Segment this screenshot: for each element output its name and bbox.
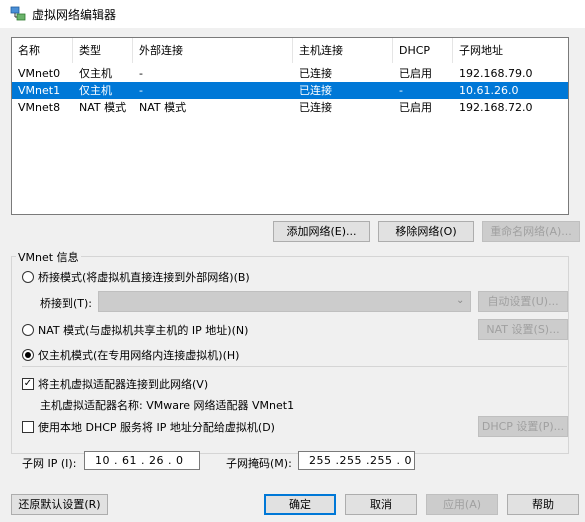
bridged-to-label: 桥接到(T): (40, 297, 93, 310)
column-header-host[interactable]: 主机连接 (293, 38, 393, 63)
vmnet-info-group-label: VMnet 信息 (16, 249, 81, 265)
cell-external: - (139, 67, 143, 80)
bridged-to-select[interactable]: ⌄ (98, 291, 471, 312)
window-title: 虚拟网络编辑器 (32, 8, 117, 22)
subnet-mask-input[interactable]: 255 .255 .255 . 0 (298, 451, 415, 470)
subnet-ip-label: 子网 IP (I): (22, 457, 77, 470)
cell-dhcp: 已启用 (399, 101, 432, 114)
cell-name: VMnet1 (18, 84, 61, 97)
auto-settings-button[interactable]: 自动设置(U)... (478, 291, 568, 312)
network-row-vmnet8[interactable]: VMnet8 NAT 模式 NAT 模式 已连接 已启用 192.168.72.… (12, 99, 568, 116)
hostonly-mode-radio[interactable]: 仅主机模式(在专用网络内连接虚拟机)(H) (22, 347, 239, 363)
radio-indicator (22, 324, 34, 336)
cell-dhcp: - (399, 84, 403, 97)
column-header-external[interactable]: 外部连接 (133, 38, 293, 63)
bridged-mode-label: 桥接模式(将虚拟机直接连接到外部网络)(B) (38, 271, 250, 284)
connect-adapter-checkbox[interactable]: ✓ 将主机虚拟适配器连接到此网络(V) (22, 376, 208, 392)
bridged-mode-radio[interactable]: 桥接模式(将虚拟机直接连接到外部网络)(B) (22, 269, 250, 285)
checkmark-icon: ✓ (22, 378, 34, 390)
help-button[interactable]: 帮助 (507, 494, 579, 515)
apply-button[interactable]: 应用(A) (426, 494, 498, 515)
cell-host: 已连接 (299, 67, 332, 80)
cell-name: VMnet8 (18, 101, 61, 114)
cell-external: - (139, 84, 143, 97)
virtual-network-editor-window: 虚拟网络编辑器 名称 类型 外部连接 主机连接 DHCP 子网地址 VMnet0… (0, 0, 585, 522)
use-dhcp-label: 使用本地 DHCP 服务将 IP 地址分配给虚拟机(D) (38, 421, 275, 434)
cell-subnet: 192.168.79.0 (459, 67, 533, 80)
network-list-header: 名称 类型 外部连接 主机连接 DHCP 子网地址 (12, 38, 568, 63)
subnet-ip-input[interactable]: 10 . 61 . 26 . 0 (84, 451, 200, 470)
hostonly-mode-label: 仅主机模式(在专用网络内连接虚拟机)(H) (38, 349, 240, 362)
cell-name: VMnet0 (18, 67, 61, 80)
title-bar: 虚拟网络编辑器 (0, 0, 585, 28)
nat-settings-button[interactable]: NAT 设置(S)... (478, 319, 568, 340)
cell-type: NAT 模式 (79, 101, 127, 114)
network-row-vmnet0[interactable]: VMnet0 仅主机 - 已连接 已启用 192.168.79.0 (12, 65, 568, 82)
cancel-button[interactable]: 取消 (345, 494, 417, 515)
cell-external: NAT 模式 (139, 101, 187, 114)
column-header-type[interactable]: 类型 (73, 38, 133, 63)
column-header-subnet[interactable]: 子网地址 (453, 38, 570, 63)
cell-type: 仅主机 (79, 84, 112, 97)
dhcp-settings-button[interactable]: DHCP 设置(P)... (478, 416, 568, 437)
cell-type: 仅主机 (79, 67, 112, 80)
add-network-button[interactable]: 添加网络(E)... (273, 221, 370, 242)
ok-button[interactable]: 确定 (264, 494, 336, 515)
vmware-network-icon (10, 6, 26, 21)
cell-host: 已连接 (299, 101, 332, 114)
adapter-name-label: 主机虚拟适配器名称: VMware 网络适配器 VMnet1 (40, 399, 295, 412)
radio-indicator (22, 271, 34, 283)
network-list[interactable]: 名称 类型 外部连接 主机连接 DHCP 子网地址 VMnet0 仅主机 - 已… (11, 37, 569, 215)
nat-mode-label: NAT 模式(与虚拟机共享主机的 IP 地址)(N) (38, 324, 249, 337)
radio-indicator (22, 349, 34, 361)
cell-dhcp: 已启用 (399, 67, 432, 80)
cell-subnet: 10.61.26.0 (459, 84, 519, 97)
column-header-name[interactable]: 名称 (12, 38, 73, 63)
cell-subnet: 192.168.72.0 (459, 101, 533, 114)
column-header-dhcp[interactable]: DHCP (393, 38, 453, 63)
checkbox-indicator (22, 421, 34, 433)
connect-adapter-label: 将主机虚拟适配器连接到此网络(V) (38, 378, 209, 391)
chevron-down-icon: ⌄ (456, 295, 465, 306)
restore-defaults-button[interactable]: 还原默认设置(R) (11, 494, 108, 515)
rename-network-button[interactable]: 重命名网络(A)... (482, 221, 580, 242)
use-dhcp-checkbox[interactable]: 使用本地 DHCP 服务将 IP 地址分配给虚拟机(D) (22, 419, 275, 435)
network-row-vmnet1[interactable]: VMnet1 仅主机 - 已连接 - 10.61.26.0 (12, 82, 568, 99)
separator (22, 366, 567, 367)
remove-network-button[interactable]: 移除网络(O) (378, 221, 474, 242)
cell-host: 已连接 (299, 84, 332, 97)
subnet-mask-label: 子网掩码(M): (226, 457, 292, 470)
nat-mode-radio[interactable]: NAT 模式(与虚拟机共享主机的 IP 地址)(N) (22, 322, 248, 338)
